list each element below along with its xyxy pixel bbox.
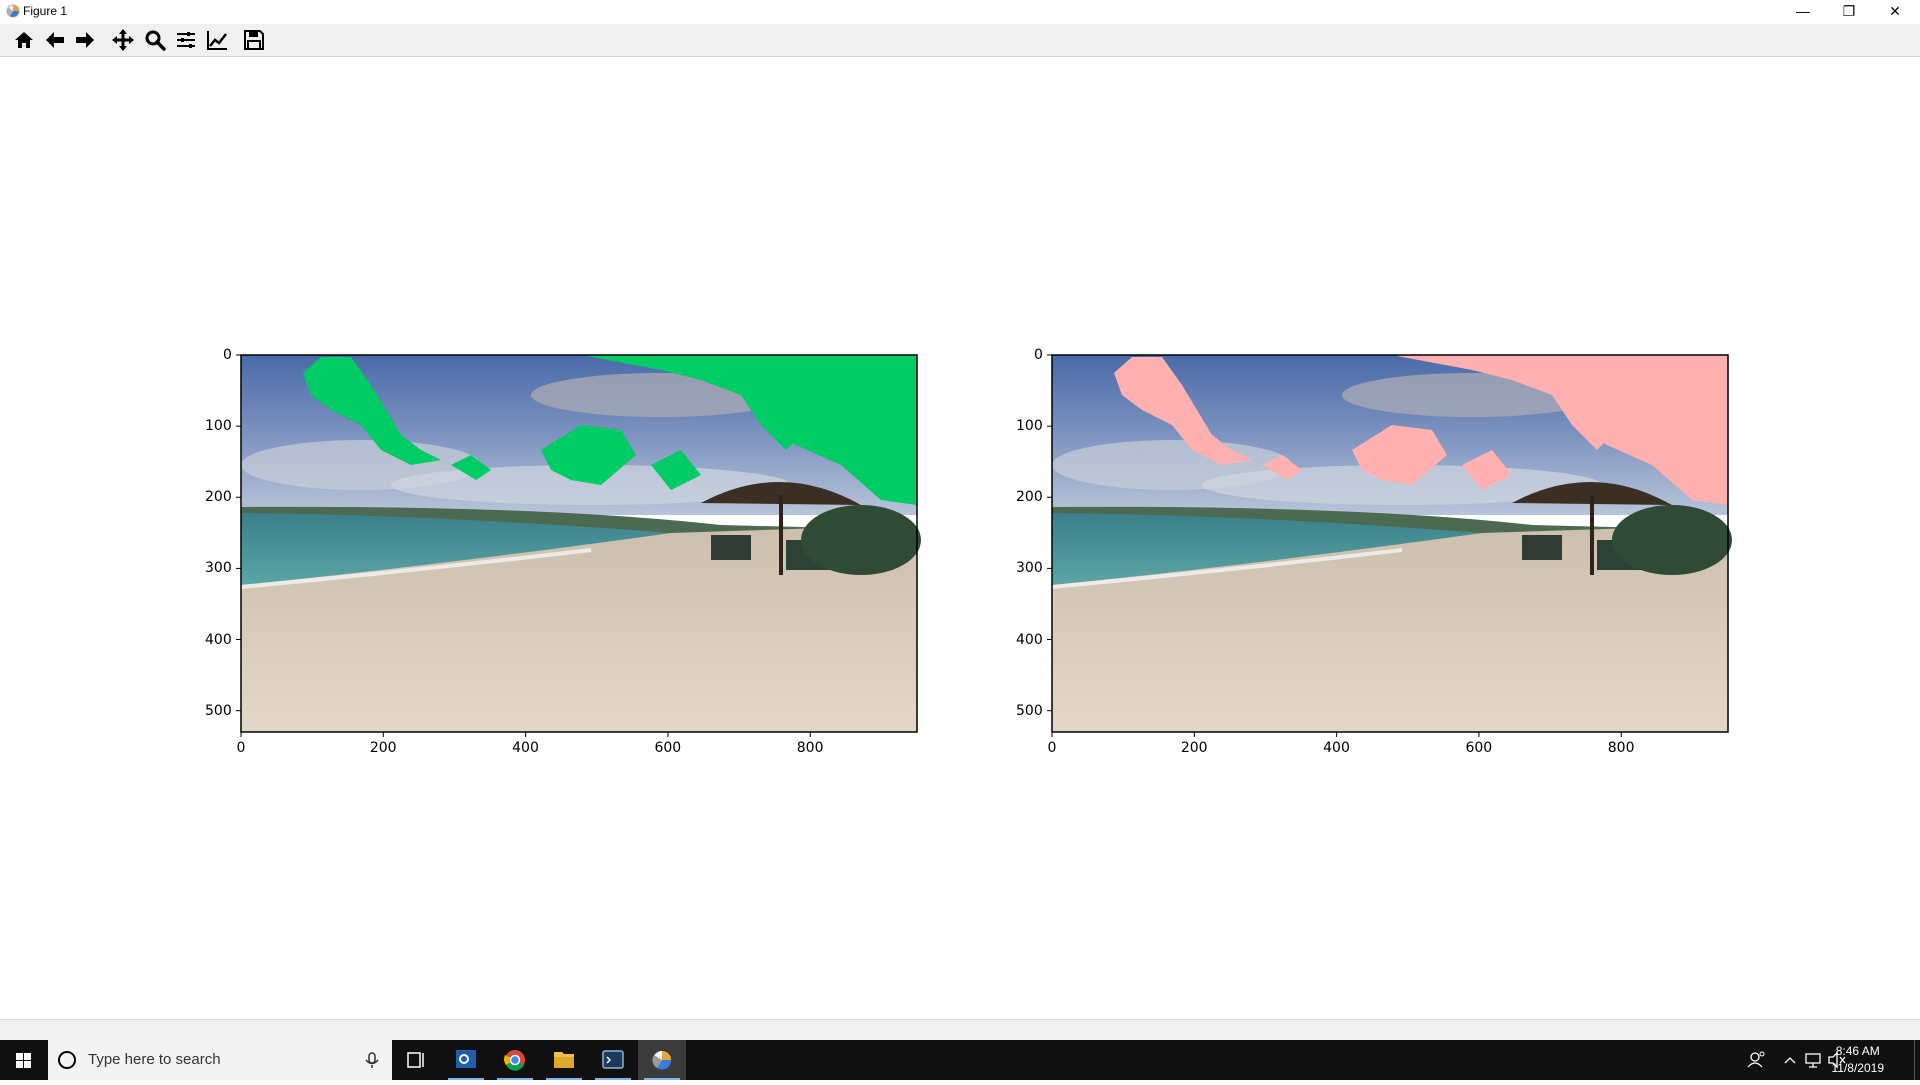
x-tick-label: 0 <box>236 740 246 756</box>
taskbar-app-matplotlib[interactable] <box>638 1040 686 1080</box>
zoom-button[interactable] <box>142 27 168 53</box>
forward-button[interactable] <box>72 27 98 53</box>
restore-button[interactable]: ❐ <box>1826 0 1872 24</box>
save-floppy-icon <box>244 30 264 50</box>
left-beach-image <box>236 354 921 737</box>
clock-time: 8:46 AM <box>1835 1044 1880 1058</box>
search-placeholder: Type here to search <box>88 1051 221 1068</box>
y-tick-label: 100 <box>205 418 232 435</box>
chevron-up-icon <box>1784 1057 1796 1064</box>
zoom-magnifier-icon <box>145 30 166 51</box>
window-titlebar: Figure 1 — ❐ ✕ <box>0 0 1920 24</box>
taskbar-clock[interactable]: 8:46 AM 11/8/2019 <box>1832 1043 1885 1077</box>
left-image-axes[interactable] <box>236 354 921 737</box>
pan-button[interactable] <box>110 27 136 53</box>
taskbar-search-box[interactable]: Type here to search <box>48 1040 392 1080</box>
taskbar-app-file-explorer[interactable] <box>540 1040 588 1080</box>
right-image-axes[interactable] <box>1047 354 1732 737</box>
y-tick-label: 500 <box>1016 702 1043 719</box>
cortana-circle-icon <box>58 1051 76 1069</box>
x-tick-label: 400 <box>512 740 539 756</box>
x-tick-label: 400 <box>1323 740 1350 756</box>
x-tick-label: 200 <box>369 740 397 756</box>
x-tick-label: 800 <box>1607 740 1635 756</box>
home-button[interactable] <box>11 27 37 53</box>
x-tick-label: 800 <box>796 740 824 756</box>
y-tick-label: 400 <box>205 631 232 648</box>
x-tick-label: 200 <box>1180 740 1208 756</box>
app-icon <box>6 4 20 18</box>
y-tick-label: 300 <box>1016 560 1043 577</box>
right-beach-image <box>1047 354 1732 737</box>
clock-date: 11/8/2019 <box>1831 1061 1885 1075</box>
outlook-icon <box>456 1050 476 1068</box>
edit-curves-icon <box>207 31 227 50</box>
y-tick-label: 400 <box>1016 631 1043 648</box>
network-icon <box>1805 1053 1821 1068</box>
pan-move-icon <box>112 29 134 51</box>
configure-subplots-button[interactable] <box>173 27 199 53</box>
y-tick-label: 0 <box>223 347 232 363</box>
people-icon <box>1747 1051 1765 1068</box>
subplots-sliders-icon <box>177 32 195 48</box>
back-button[interactable] <box>42 27 68 53</box>
task-view-button[interactable] <box>392 1040 440 1080</box>
network-button[interactable] <box>1802 1040 1824 1080</box>
y-tick-label: 200 <box>205 489 232 506</box>
show-hidden-icons-button[interactable] <box>1780 1040 1800 1080</box>
y-tick-label: 200 <box>1016 489 1043 506</box>
task-view-icon <box>407 1052 424 1068</box>
chrome-icon <box>504 1050 525 1071</box>
y-tick-label: 300 <box>205 560 232 577</box>
forward-arrow-icon <box>76 32 94 48</box>
microphone-icon[interactable] <box>362 1050 382 1070</box>
status-bar <box>0 1019 1920 1040</box>
x-tick-label: 600 <box>1465 740 1493 756</box>
close-button[interactable]: ✕ <box>1872 0 1918 24</box>
y-tick-label: 100 <box>1016 418 1043 435</box>
taskbar-app-terminal[interactable] <box>589 1040 637 1080</box>
file-explorer-icon <box>554 1052 574 1068</box>
edit-axis-button[interactable] <box>204 27 230 53</box>
taskbar-app-outlook[interactable] <box>442 1040 490 1080</box>
y-tick-label: 500 <box>205 702 232 719</box>
start-button[interactable] <box>0 1040 48 1080</box>
show-desktop-button[interactable] <box>1914 1040 1920 1080</box>
terminal-icon <box>602 1050 624 1069</box>
save-button[interactable] <box>241 27 267 53</box>
minimize-button[interactable]: — <box>1780 0 1826 24</box>
taskbar-app-chrome[interactable] <box>491 1040 539 1080</box>
people-button[interactable] <box>1742 1040 1772 1080</box>
home-icon <box>15 32 33 48</box>
windows-logo-icon <box>16 1053 31 1068</box>
navigation-toolbar <box>0 24 1920 57</box>
window-title: Figure 1 <box>23 4 68 18</box>
x-tick-label: 600 <box>654 740 682 756</box>
matplotlib-figure-icon <box>652 1051 672 1070</box>
windows-taskbar: Type here to search 8:46 AM 11/8/2019 <box>0 1040 1920 1080</box>
x-tick-label: 0 <box>1047 740 1057 756</box>
y-tick-label: 0 <box>1034 347 1043 363</box>
back-arrow-icon <box>46 32 64 48</box>
